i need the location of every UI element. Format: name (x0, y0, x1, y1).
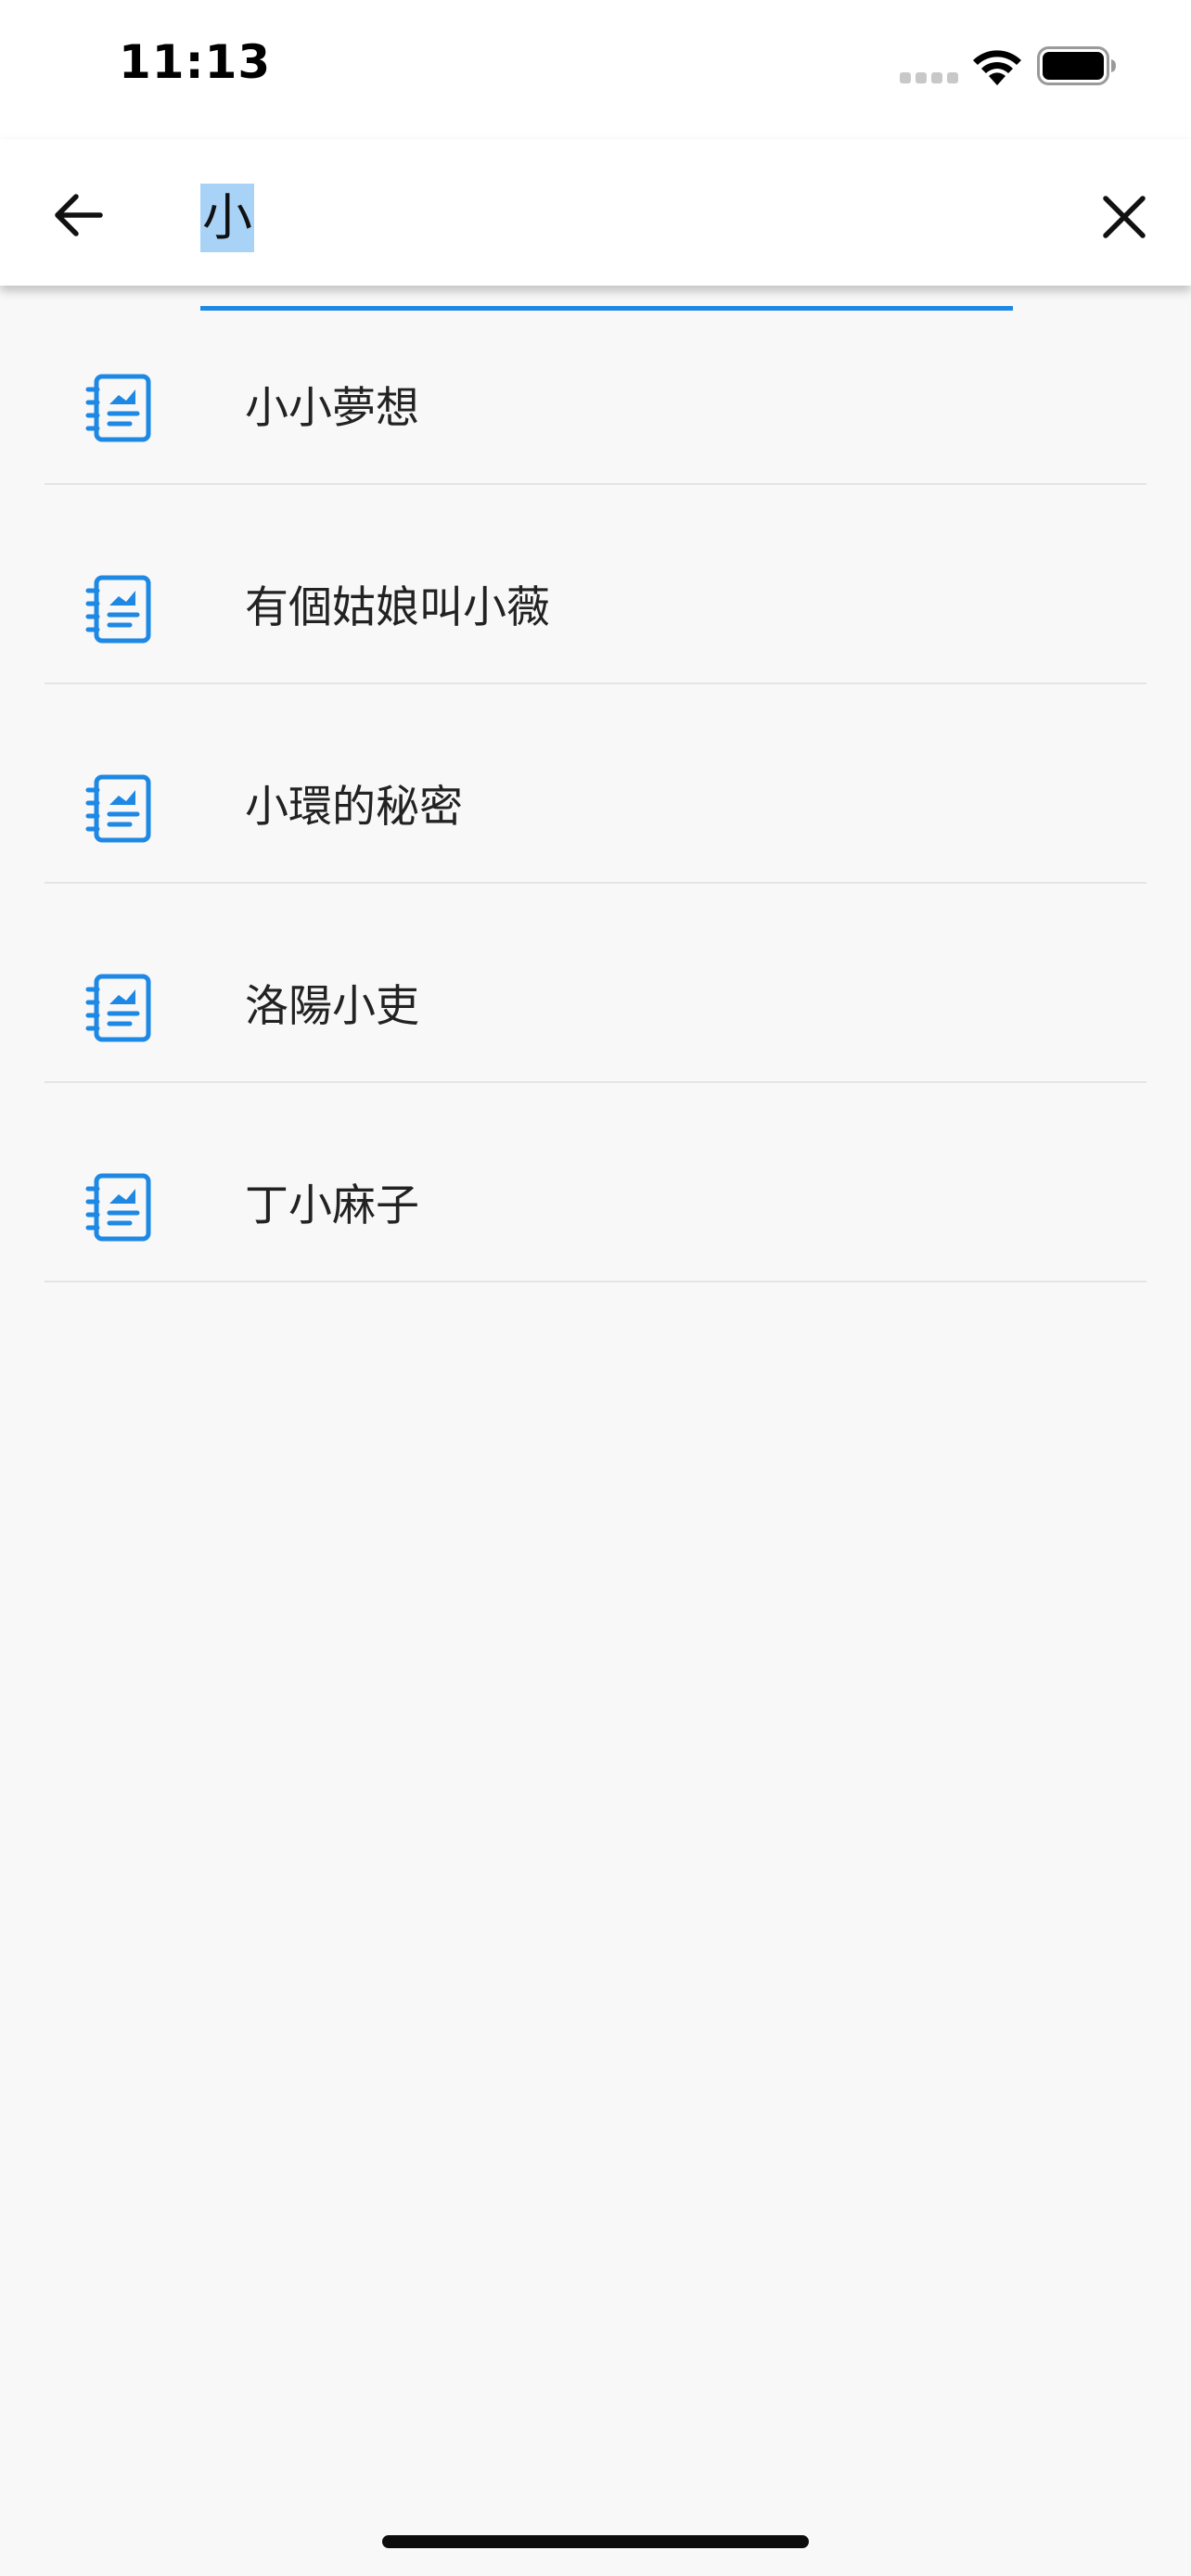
list-item[interactable]: 小環的秘密 (0, 684, 1191, 884)
status-bar: 11:13 (0, 0, 1191, 139)
divider (45, 1281, 1146, 1282)
search-input[interactable] (200, 169, 1013, 269)
status-time: 11:13 (119, 35, 272, 89)
home-indicator[interactable] (382, 2535, 809, 2548)
cellular-signal-icon (900, 72, 958, 83)
list-item[interactable]: 有個姑娘叫小薇 (0, 485, 1191, 684)
notebook-chart-icon (85, 374, 151, 442)
search-app-bar: 小 (0, 139, 1191, 311)
result-title: 丁小麻子 (245, 1180, 419, 1231)
close-icon (1103, 196, 1146, 238)
result-title: 小小夢想 (245, 383, 419, 434)
list-item[interactable]: 洛陽小吏 (0, 884, 1191, 1083)
notebook-chart-icon (85, 1173, 151, 1242)
notebook-chart-icon (85, 774, 151, 843)
search-results-list: 小小夢想 有個姑娘叫小薇 小環的秘密 洛陽小吏 丁小麻子 (0, 286, 1191, 1282)
wifi-icon (973, 50, 1021, 85)
back-button[interactable] (41, 178, 115, 252)
notebook-chart-icon (85, 974, 151, 1042)
result-title: 小環的秘密 (245, 782, 463, 833)
search-underline (200, 306, 1013, 311)
result-title: 洛陽小吏 (245, 981, 419, 1032)
clear-button[interactable] (1087, 180, 1161, 254)
arrow-left-icon (55, 194, 103, 236)
result-title: 有個姑娘叫小薇 (245, 582, 550, 633)
notebook-chart-icon (85, 575, 151, 644)
search-field: 小 (200, 169, 1013, 311)
list-item[interactable]: 丁小麻子 (0, 1083, 1191, 1282)
list-item[interactable]: 小小夢想 (0, 286, 1191, 485)
battery-icon (1037, 46, 1116, 85)
